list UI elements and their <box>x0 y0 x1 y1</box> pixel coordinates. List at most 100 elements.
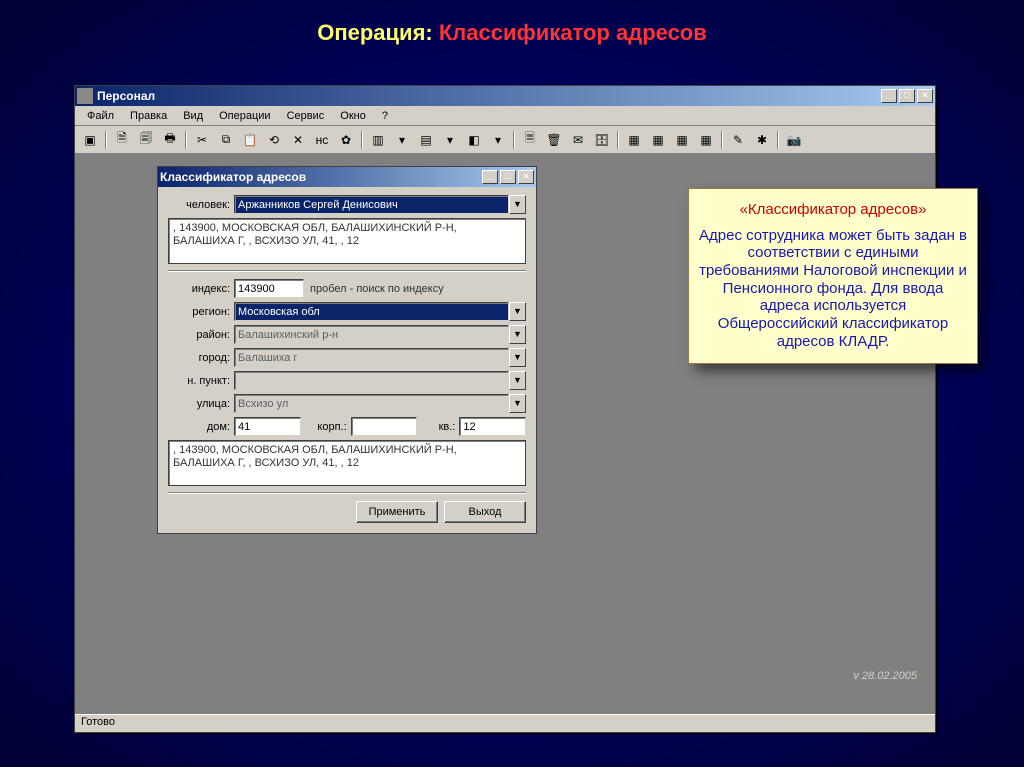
tool-icon[interactable]: нс <box>311 129 333 151</box>
slide-title-prefix: Операция: <box>317 20 439 45</box>
app-title: Персонал <box>97 89 155 103</box>
dropdown-icon[interactable]: ▼ <box>509 394 526 413</box>
index-label: индекс: <box>168 283 230 295</box>
toolbar-separator <box>615 129 621 151</box>
block-field[interactable] <box>351 417 418 436</box>
person-field[interactable]: Аржанников Сергей Денисович <box>234 195 509 214</box>
camera-icon[interactable]: 📷 <box>783 129 805 151</box>
divider <box>168 270 526 271</box>
dropdown-icon[interactable]: ▼ <box>509 195 526 214</box>
slide-title: Операция: Классификатор адресов <box>0 0 1024 46</box>
statusbar: Готово <box>75 714 935 732</box>
status-text: Готово <box>81 716 115 731</box>
address-classifier-dialog: Классификатор адресов _ □ × человек: Арж… <box>157 166 537 534</box>
callout-body: Адрес сотрудника может быть задан в соот… <box>699 227 967 351</box>
cut-icon[interactable]: ✂ <box>191 129 213 151</box>
menu-help[interactable]: ? <box>374 108 396 124</box>
slide-title-main: Классификатор адресов <box>439 20 707 45</box>
menu-window[interactable]: Окно <box>332 108 374 124</box>
minimize-button[interactable]: _ <box>881 89 897 103</box>
tool-icon[interactable]: ▾ <box>487 129 509 151</box>
region-field[interactable]: Московская обл <box>234 302 509 321</box>
toolbar-separator <box>719 129 725 151</box>
region-label: регион: <box>168 306 230 318</box>
region-combo[interactable]: Московская обл ▼ <box>234 302 526 321</box>
tool-icon[interactable]: 🗐 <box>135 129 157 151</box>
locality-combo[interactable]: ▼ <box>234 371 526 390</box>
tool-icon[interactable]: ▾ <box>391 129 413 151</box>
index-hint: пробел - поиск по индексу <box>310 283 444 295</box>
toolbar-separator <box>103 129 109 151</box>
dialog-title: Классификатор адресов <box>160 170 306 184</box>
block-label: корп.: <box>305 421 347 433</box>
menu-edit[interactable]: Правка <box>122 108 175 124</box>
exit-button[interactable]: Выход <box>444 501 526 523</box>
menu-service[interactable]: Сервис <box>279 108 333 124</box>
house-field[interactable]: 41 <box>234 417 301 436</box>
toolbar-separator <box>511 129 517 151</box>
person-combo[interactable]: Аржанников Сергей Денисович ▼ <box>234 195 526 214</box>
tool-icon[interactable]: ✎ <box>727 129 749 151</box>
maximize-button[interactable]: □ <box>899 89 915 103</box>
callout-header: «Классификатор адресов» <box>699 201 967 219</box>
tool-icon[interactable]: ▦ <box>671 129 693 151</box>
district-field[interactable]: Балашихинский р-н <box>234 325 509 344</box>
locality-field[interactable] <box>234 371 509 390</box>
tool-icon[interactable]: ▣ <box>79 129 101 151</box>
district-combo[interactable]: Балашихинский р-н ▼ <box>234 325 526 344</box>
dialog-close-button[interactable]: × <box>518 170 534 184</box>
toolbar-separator <box>775 129 781 151</box>
tool-icon[interactable]: ◧ <box>463 129 485 151</box>
tool-icon[interactable]: ▥ <box>367 129 389 151</box>
tool-icon[interactable]: ▦ <box>623 129 645 151</box>
tool-icon[interactable]: 🗄 <box>591 129 613 151</box>
flat-field[interactable]: 12 <box>459 417 526 436</box>
tool-icon[interactable]: ✕ <box>287 129 309 151</box>
toolbar-separator <box>359 129 365 151</box>
tool-icon[interactable]: ✉ <box>567 129 589 151</box>
tool-icon[interactable]: ⟲ <box>263 129 285 151</box>
city-combo[interactable]: Балашиха г ▼ <box>234 348 526 367</box>
apply-button[interactable]: Применить <box>356 501 438 523</box>
tool-icon[interactable]: 🗎 <box>111 129 133 151</box>
tool-icon[interactable]: ▤ <box>415 129 437 151</box>
menu-file[interactable]: Файл <box>79 108 122 124</box>
close-button[interactable]: × <box>917 89 933 103</box>
dropdown-icon[interactable]: ▼ <box>509 371 526 390</box>
divider <box>168 492 526 493</box>
info-callout: «Классификатор адресов» Адрес сотрудника… <box>688 188 978 364</box>
tool-icon[interactable]: ▾ <box>439 129 461 151</box>
toolbar: ▣ 🗎 🗐 🖶 ✂ ⧉ 📋 ⟲ ✕ нс ✿ ▥ ▾ ▤ ▾ ◧ ▾ 🗏 🗑 ✉… <box>75 126 935 154</box>
street-field[interactable]: Всхизо ул <box>234 394 509 413</box>
dropdown-icon[interactable]: ▼ <box>509 302 526 321</box>
tool-icon[interactable]: ✿ <box>335 129 357 151</box>
dropdown-icon[interactable]: ▼ <box>509 348 526 367</box>
menu-operations[interactable]: Операции <box>211 108 278 124</box>
app-titlebar: Персонал _ □ × <box>75 86 935 106</box>
dialog-maximize-button[interactable]: □ <box>500 170 516 184</box>
toolbar-separator <box>183 129 189 151</box>
paste-icon[interactable]: 📋 <box>239 129 261 151</box>
dropdown-icon[interactable]: ▼ <box>509 325 526 344</box>
city-field[interactable]: Балашиха г <box>234 348 509 367</box>
tool-icon[interactable]: ▦ <box>695 129 717 151</box>
app-icon <box>77 88 93 104</box>
tool-icon[interactable]: 🖶 <box>159 129 181 151</box>
tool-icon[interactable]: ▦ <box>647 129 669 151</box>
city-label: город: <box>168 352 230 364</box>
app-window: Персонал _ □ × Файл Правка Вид Операции … <box>74 85 936 733</box>
street-label: улица: <box>168 398 230 410</box>
dialog-minimize-button[interactable]: _ <box>482 170 498 184</box>
locality-label: н. пункт: <box>168 375 230 387</box>
street-combo[interactable]: Всхизо ул ▼ <box>234 394 526 413</box>
address-preview: , 143900, МОСКОВСКАЯ ОБЛ, БАЛАШИХИНСКИЙ … <box>168 218 526 264</box>
tool-icon[interactable]: 🗏 <box>519 129 541 151</box>
person-label: человек: <box>168 199 230 211</box>
house-label: дом: <box>168 421 230 433</box>
copy-icon[interactable]: ⧉ <box>215 129 237 151</box>
address-result: , 143900, МОСКОВСКАЯ ОБЛ, БАЛАШИХИНСКИЙ … <box>168 440 526 486</box>
index-field[interactable]: 143900 <box>234 279 304 298</box>
tool-icon[interactable]: 🗑 <box>543 129 565 151</box>
menu-view[interactable]: Вид <box>175 108 211 124</box>
tool-icon[interactable]: ✱ <box>751 129 773 151</box>
